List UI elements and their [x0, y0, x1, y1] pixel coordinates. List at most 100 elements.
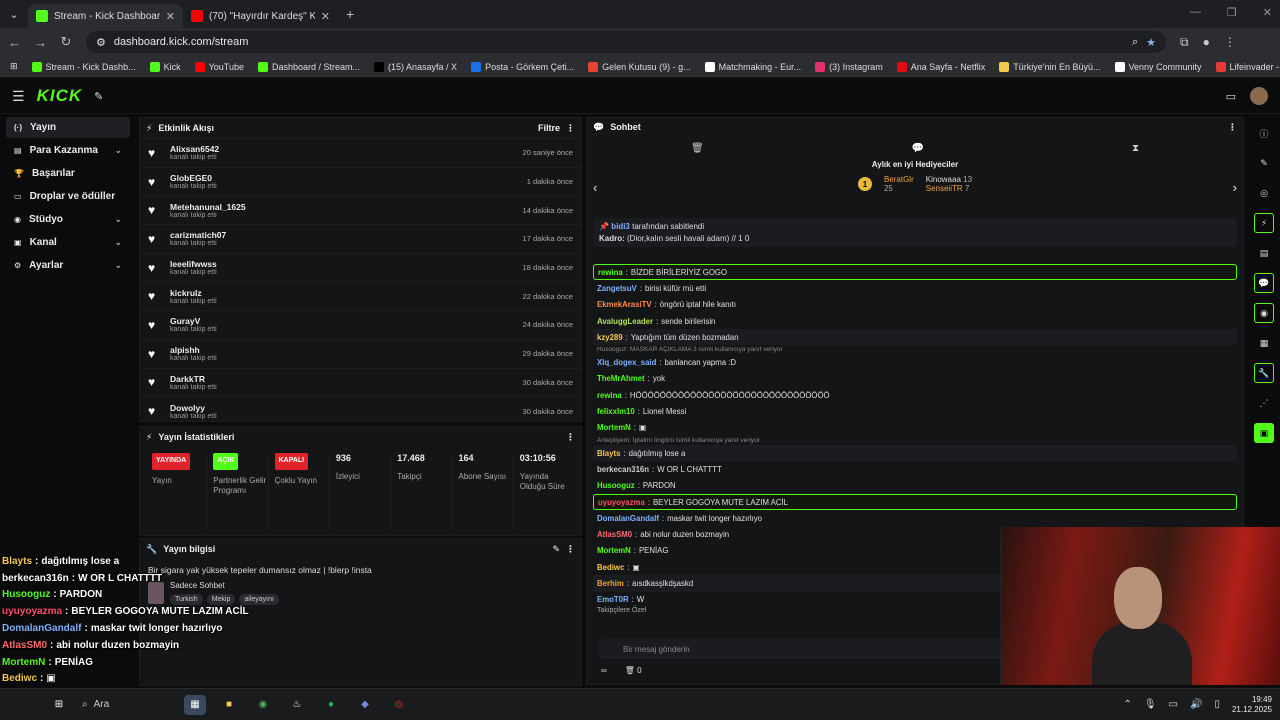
more-options-icon[interactable]: ⋮ [566, 544, 575, 555]
next-arrow-icon[interactable]: › [1233, 180, 1237, 195]
chat-message[interactable]: AvaluggLeader: sende birilerisin [593, 313, 1237, 329]
bookmark-item[interactable]: Ana Sayfa - Netflix [896, 61, 985, 72]
wrench-icon[interactable]: 🔧 [1254, 363, 1274, 383]
bookmark-item[interactable]: Lifeinvader - VennyV [1215, 61, 1280, 72]
chat-icon[interactable]: 💬 [1254, 273, 1274, 293]
camera-icon[interactable]: ◎ [1254, 183, 1274, 203]
filter-button[interactable]: Filtre [538, 123, 560, 133]
new-tab-icon[interactable]: + [346, 6, 354, 22]
chevron-down-icon[interactable]: ⌄ [114, 214, 122, 225]
bookmark-item[interactable]: Dashboard / Stream... [257, 61, 360, 72]
bookmark-item[interactable]: Gelen Kutusu (9) - g... [588, 61, 691, 72]
close-window-icon[interactable]: ✕ [1263, 6, 1272, 19]
prev-arrow-icon[interactable]: ‹ [593, 180, 597, 195]
mode-icon[interactable]: ▭ [1226, 90, 1236, 103]
start-icon[interactable]: ⊞ [48, 695, 70, 715]
chat-username[interactable]: rewina [597, 391, 622, 400]
bookmark-item[interactable]: Matchmaking - Eur... [704, 61, 801, 72]
message-icon[interactable]: 💬 [912, 143, 924, 154]
chat-message[interactable]: uyuyoyazma: BEYLER GOGOYA MUTE LAZIM ACİ… [593, 493, 1237, 511]
lightning-icon[interactable]: ⚡ [1254, 213, 1274, 233]
network-icon[interactable]: ▭ [1169, 699, 1178, 710]
chat-message[interactable]: Blayts: dağıtılmış lose a [593, 444, 1237, 462]
bookmark-item[interactable]: (15) Anasayfa / X [374, 61, 457, 72]
follower-name[interactable]: Alixsan6542 [170, 144, 513, 154]
chat-username[interactable]: MortemN [597, 423, 631, 432]
follower-name[interactable]: carizmatich07 [170, 230, 513, 240]
chat-message[interactable]: Xlq_dogex_said: banlancan yapma :D [593, 354, 1237, 370]
chat-message[interactable]: DomalanGandalf: maskar twit longer hazır… [593, 510, 1237, 526]
bookmark-item[interactable]: (3) Instagram [815, 61, 883, 72]
bookmark-star-icon[interactable]: ★ [1146, 36, 1156, 49]
follower-name[interactable]: GlobEGE0 [170, 173, 517, 183]
sidebar-item[interactable]: ◉ Stüdyo ⌄ [6, 209, 130, 230]
more-options-icon[interactable]: ⋮ [566, 432, 575, 443]
chat-username[interactable]: MortemN [597, 546, 631, 555]
chat-username[interactable]: felixxlm10 [597, 407, 635, 416]
zoom-icon[interactable]: ⌕ [1132, 36, 1138, 49]
site-info-icon[interactable]: ⚙ [96, 36, 106, 49]
chat-message[interactable]: Husooguz: PARDON [593, 478, 1237, 494]
forward-icon[interactable]: → [34, 35, 47, 50]
broadcast-icon[interactable]: ◉ [1254, 303, 1274, 323]
chat-username[interactable]: DomalanGandalf [597, 514, 659, 523]
chat-username[interactable]: rewina [598, 268, 623, 277]
chat-username[interactable]: Bediwc [597, 563, 624, 572]
app-icon[interactable]: ▣ [1254, 423, 1274, 443]
steam-icon[interactable]: ♨ [286, 695, 308, 715]
nodes-icon[interactable]: ⋰ [1254, 393, 1274, 413]
discord-icon[interactable]: ◆ [354, 695, 376, 715]
pin-icon[interactable]: ✎ [94, 90, 103, 103]
sidebar-item[interactable]: 🏆 Başarılar [6, 163, 130, 184]
battery-icon[interactable]: ▯ [1214, 699, 1220, 710]
tab-youtube[interactable]: (70) "Hayırdır Kardeş" Kick & Tw ✕ [183, 4, 338, 28]
stack-icon[interactable]: ▦ [1254, 333, 1274, 353]
reload-icon[interactable]: ↻ [60, 34, 72, 50]
points-icon[interactable]: ∞ [601, 666, 607, 675]
chat-username[interactable]: Berhim [597, 579, 624, 588]
follower-name[interactable]: leeelifwwss [170, 259, 513, 269]
bookmark-item[interactable]: Venny Community [1114, 61, 1202, 72]
profile-icon[interactable]: ● [1203, 35, 1210, 49]
sidebar-item[interactable]: ▭ Droplar ve ödüller [6, 186, 130, 207]
chevron-down-icon[interactable]: ⌄ [114, 145, 122, 156]
avatar[interactable] [1250, 87, 1268, 105]
chat-username[interactable]: Husooguz [597, 481, 635, 490]
more-options-icon[interactable]: ⋮ [1228, 122, 1237, 133]
mic-icon[interactable]: 🎙 [1144, 699, 1157, 710]
extensions-icon[interactable]: ⧉ [1180, 35, 1189, 50]
document-icon[interactable]: ▤ [1254, 243, 1274, 263]
info-icon[interactable]: ⓘ [1254, 123, 1274, 143]
trash-counter[interactable]: 🗑 0 [625, 666, 642, 675]
chat-username[interactable]: kzy289 [597, 333, 623, 342]
hourglass-icon[interactable]: ⧗ [1132, 143, 1139, 154]
tab-kick-dashboard[interactable]: Stream - Kick Dashboard ✕ [28, 4, 183, 28]
folder-icon[interactable]: ■ [218, 695, 240, 715]
chrome-icon[interactable]: ◉ [252, 695, 274, 715]
edit-icon[interactable]: ✎ [1254, 153, 1274, 173]
chevron-down-icon[interactable]: ⌄ [114, 260, 122, 271]
follower-name[interactable]: Metehanunal_1625 [170, 202, 513, 212]
volume-icon[interactable]: 🔊 [1190, 699, 1202, 710]
chat-message[interactable]: rewina: HÖÖÖÖÖÖÖÖÖÖÖÖÖÖÖÖÖÖÖÖÖÖÖÖÖÖÖÖÖÖÖ… [593, 387, 1237, 403]
chat-message[interactable]: berkecan316n: W OR L CHATTTT [593, 461, 1237, 477]
chat-username[interactable]: Xlq_dogex_said [597, 358, 656, 367]
follower-name[interactable]: GurayV [170, 316, 513, 326]
chat-username[interactable]: EkmekArasiTV [597, 300, 652, 309]
kick-logo[interactable]: KICK [37, 86, 83, 106]
chat-message[interactable]: MortemN: ▣ [593, 420, 1237, 436]
sidebar-item[interactable]: ⚙ Ayarlar ⌄ [6, 255, 130, 276]
url-input[interactable]: ⚙ dashboard.kick.com/stream ⌕ ★ [86, 31, 1166, 53]
app-icon[interactable]: ◎ [388, 695, 410, 715]
follower-name[interactable]: alpishh [170, 345, 513, 355]
menu-icon[interactable]: ☰ [12, 88, 25, 105]
apps-icon[interactable]: ⊞ [10, 61, 18, 72]
bookmark-item[interactable]: Posta - Görkem Çeti... [471, 61, 574, 72]
bookmark-item[interactable]: Stream - Kick Dashb... [31, 61, 136, 72]
clock[interactable]: 19:49 21.12.2025 [1232, 695, 1272, 715]
more-options-icon[interactable]: ⋮ [566, 123, 575, 134]
sidebar-item[interactable]: ▣ Kanal ⌄ [6, 232, 130, 253]
follower-name[interactable]: Dowolyy [170, 403, 513, 413]
bookmark-item[interactable]: YouTube [194, 61, 244, 72]
chat-username[interactable]: uyuyoyazma [598, 498, 645, 507]
